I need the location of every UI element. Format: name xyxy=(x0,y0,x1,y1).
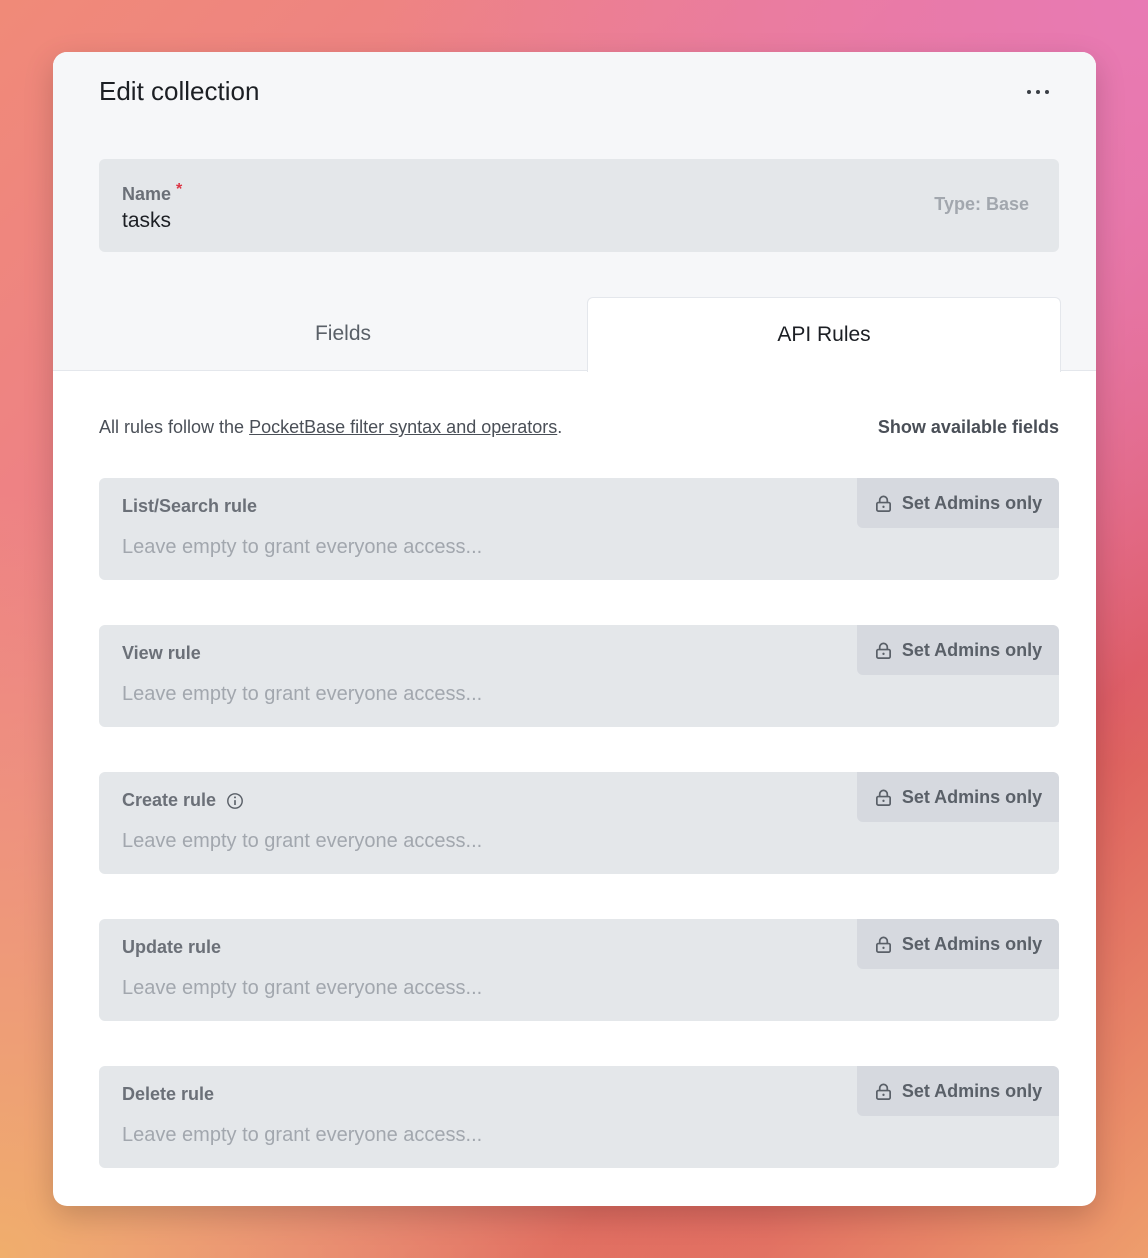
rule-label-text: Create rule xyxy=(122,790,217,810)
name-input[interactable] xyxy=(122,209,822,233)
button-label: Set Admins only xyxy=(901,933,1043,954)
name-label-text: Name xyxy=(122,184,172,204)
lock-icon xyxy=(875,789,891,806)
view-rule: View rule Set Admins only xyxy=(99,625,1059,727)
update-rule-input[interactable] xyxy=(122,977,822,1000)
rule-label: Delete rule xyxy=(122,1084,214,1105)
lock-icon xyxy=(875,642,891,659)
tab-api-rules[interactable]: API Rules xyxy=(587,297,1061,372)
rule-label: View rule xyxy=(122,643,201,664)
set-admins-only-button[interactable]: Set Admins only xyxy=(857,478,1059,528)
set-admins-only-button[interactable]: Set Admins only xyxy=(857,625,1059,675)
button-label: Set Admins only xyxy=(901,639,1043,660)
lock-icon xyxy=(875,936,891,953)
info-icon[interactable] xyxy=(226,792,244,810)
dot xyxy=(1045,90,1049,94)
list-search-rule: List/Search rule Set Admins only xyxy=(99,478,1059,580)
lock-icon xyxy=(875,1083,891,1100)
button-label: Set Admins only xyxy=(901,786,1043,807)
edit-collection-modal: Edit collection Name* Type: Base Fields … xyxy=(53,52,1096,1206)
dot xyxy=(1027,90,1031,94)
rule-label-text: Delete rule xyxy=(122,1084,215,1104)
rule-label: Create rule xyxy=(122,790,244,811)
create-rule: Create rule Set Admins only xyxy=(99,772,1059,874)
list-search-rule-input[interactable] xyxy=(122,536,822,559)
collection-type-label: Type: Base xyxy=(934,194,1029,214)
rules-intro: All rules follow the PocketBase filter s… xyxy=(99,417,562,438)
filter-syntax-link[interactable]: PocketBase filter syntax and operators xyxy=(249,417,557,437)
modal-title: Edit collection xyxy=(99,76,260,106)
rule-label-text: Update rule xyxy=(122,937,222,957)
view-rule-input[interactable] xyxy=(122,683,822,706)
tab-fields[interactable]: Fields xyxy=(99,297,587,371)
update-rule: Update rule Set Admins only xyxy=(99,919,1059,1021)
name-field: Name* Type: Base xyxy=(99,159,1059,252)
create-rule-input[interactable] xyxy=(122,830,822,853)
delete-rule: Delete rule Set Admins only xyxy=(99,1066,1059,1168)
intro-suffix: . xyxy=(557,417,563,437)
set-admins-only-button[interactable]: Set Admins only xyxy=(857,1066,1059,1116)
rule-label-text: View rule xyxy=(122,643,201,663)
button-label: Set Admins only xyxy=(901,1080,1043,1101)
set-admins-only-button[interactable]: Set Admins only xyxy=(857,772,1059,822)
intro-prefix: All rules follow the xyxy=(99,417,245,437)
lock-icon xyxy=(875,495,891,512)
required-marker: * xyxy=(176,181,183,198)
rule-label: Update rule xyxy=(122,937,221,958)
set-admins-only-button[interactable]: Set Admins only xyxy=(857,919,1059,969)
rule-label-text: List/Search rule xyxy=(122,496,258,516)
dot xyxy=(1036,90,1040,94)
more-options-icon[interactable] xyxy=(1018,78,1058,106)
show-available-fields-button[interactable]: Show available fields xyxy=(878,417,1059,438)
name-label: Name * xyxy=(122,181,183,205)
button-label: Set Admins only xyxy=(901,492,1043,513)
modal-header: Edit collection Name* Type: Base Fields … xyxy=(53,52,1096,372)
delete-rule-input[interactable] xyxy=(122,1124,822,1147)
rule-label: List/Search rule xyxy=(122,496,257,517)
